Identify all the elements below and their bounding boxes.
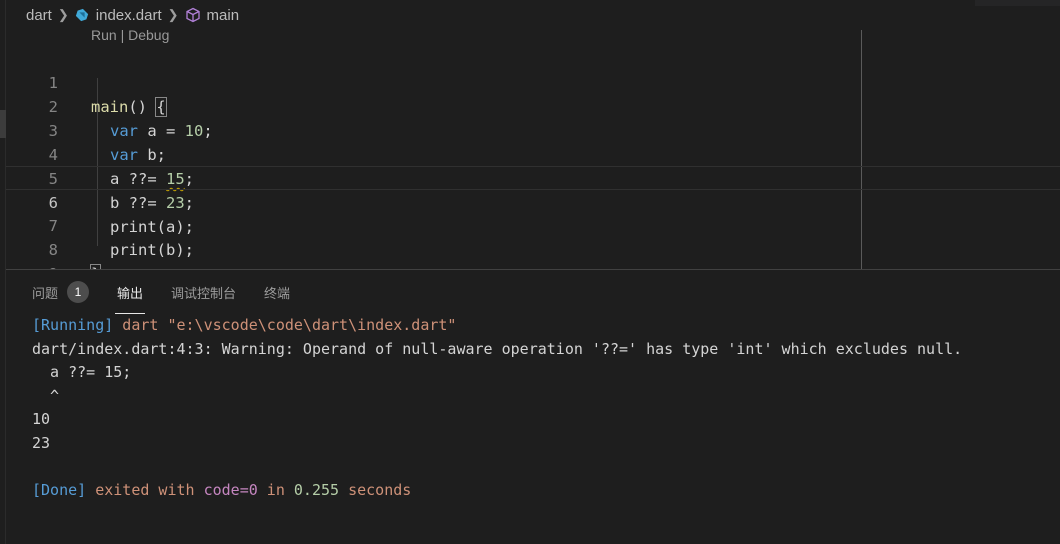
output-line-value: 10: [32, 410, 51, 428]
running-command: dart "e:\vscode\code\dart\index.dart": [113, 316, 457, 334]
code-line-5[interactable]: 5 b ??= 23;: [6, 143, 1060, 212]
codelens: Run | Debug: [91, 27, 169, 43]
breadcrumb-folder-label: dart: [26, 6, 52, 24]
done-text: seconds: [339, 480, 412, 499]
exit-code: code=0: [203, 480, 258, 499]
code-line-4[interactable]: 4 a ??= 15;: [6, 119, 1060, 188]
dart-file-icon: [75, 8, 88, 22]
tab-debug-console[interactable]: 调试控制台: [171, 270, 236, 314]
output-line-done: [Done] exited with code=0 in 0.255 secon…: [6, 479, 1060, 503]
tab-label: 终端: [264, 285, 291, 301]
tab-label: 问题: [32, 285, 59, 301]
output-log[interactable]: [Running] dart "e:\vscode\code\dart\inde…: [6, 314, 1060, 502]
breadcrumb-symbol[interactable]: main: [185, 6, 240, 24]
code-line-7[interactable]: 7 print(b);: [6, 190, 1060, 259]
output-line-warning: dart/index.dart:4:3: Warning: Operand of…: [32, 339, 963, 358]
done-text: in: [257, 480, 294, 499]
running-tag: [Running]: [32, 316, 114, 334]
code-line-2[interactable]: 2 var a = 10;: [6, 71, 1060, 140]
code-line-9[interactable]: 9: [6, 238, 1060, 283]
done-tag: [Done]: [32, 480, 87, 499]
breadcrumb-folder[interactable]: dart: [26, 7, 52, 24]
code-editor[interactable]: Run | Debug 1 main() { 2 var a = 10; 3 v…: [6, 27, 1060, 284]
tab-output[interactable]: 输出: [115, 270, 146, 314]
method-cube-icon: [185, 7, 200, 23]
breadcrumb-symbol-label: main: [206, 6, 240, 24]
code-line-3[interactable]: 3 var b;: [6, 95, 1060, 164]
codelens-debug[interactable]: Debug: [128, 27, 169, 43]
tab-label: 输出: [117, 285, 144, 301]
code-line-1[interactable]: 1 main() {: [6, 47, 1060, 117]
bottom-panel: 问题 1 输出 调试控制台 终端 [Running] dart "e:\vsco…: [6, 269, 1060, 544]
output-line-snippet: a ??= 15;: [32, 363, 132, 381]
top-strip: [975, 0, 1060, 6]
tab-problems[interactable]: 问题 1: [32, 270, 90, 314]
output-line-value: 23: [32, 433, 51, 452]
code-line-6-current[interactable]: 6 print(a);: [6, 166, 1060, 236]
breadcrumb-file[interactable]: index.dart: [75, 7, 162, 24]
elapsed-time: 0.255: [293, 480, 340, 499]
output-line-caret: ^: [32, 386, 60, 405]
codelens-separator: |: [116, 27, 129, 43]
codelens-run[interactable]: Run: [91, 27, 117, 43]
panel-tabs: 问题 1 输出 调试控制台 终端: [6, 270, 318, 314]
breadcrumb-file-label: index.dart: [95, 6, 162, 24]
tab-label: 调试控制台: [171, 285, 237, 301]
problems-count-badge: 1: [67, 281, 90, 303]
tab-terminal[interactable]: 终端: [264, 270, 290, 314]
done-text: exited with: [86, 480, 204, 499]
breadcrumb: dart ❯ index.dart ❯ main: [6, 0, 975, 30]
chevron-right-icon: ❯: [57, 7, 69, 22]
chevron-right-icon: ❯: [167, 7, 179, 22]
code-line-8[interactable]: 8 }: [6, 214, 1060, 284]
output-line-running: [Running] dart "e:\vscode\code\dart\inde…: [6, 314, 1060, 338]
output-line-blank: [6, 455, 1060, 479]
